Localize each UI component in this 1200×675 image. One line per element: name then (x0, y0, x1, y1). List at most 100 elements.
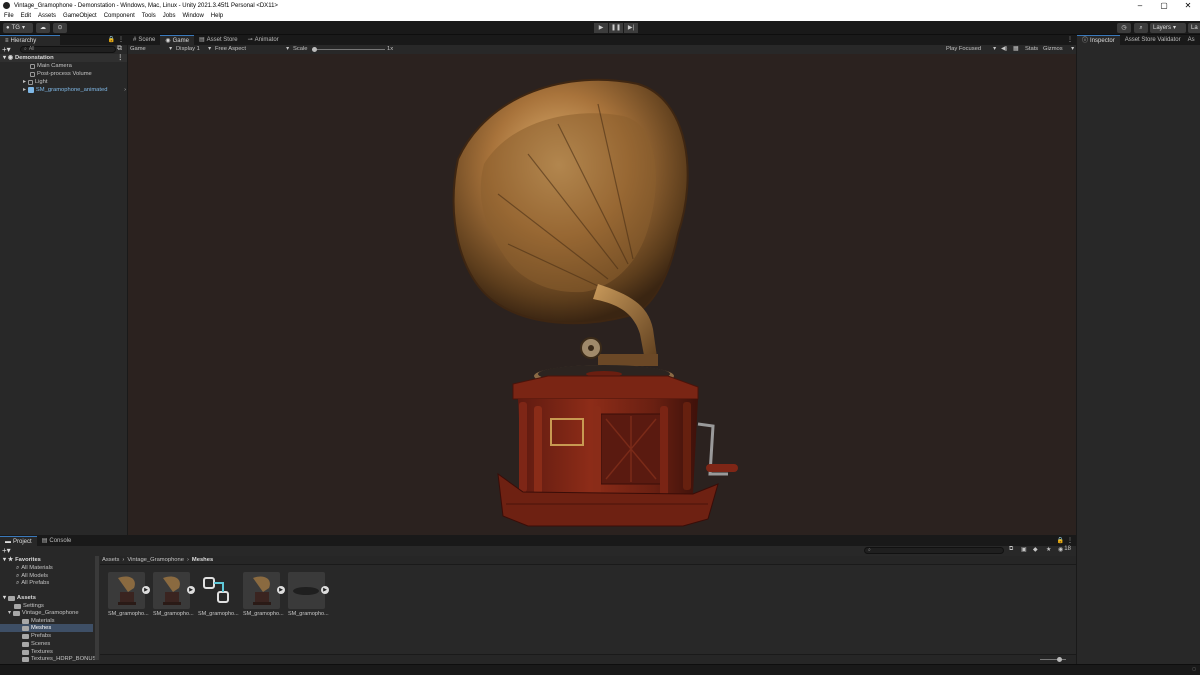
breadcrumb-vintage-gramophone[interactable]: Vintage_Gramophone (127, 556, 184, 564)
tag-icon[interactable]: ◆ (1033, 546, 1038, 553)
unity-scene-icon: ◉ (7, 55, 13, 61)
cloud-button[interactable]: ☁ (36, 23, 50, 33)
asset-thumbnail[interactable] (198, 572, 235, 609)
menu-help[interactable]: Help (211, 13, 223, 19)
mesh-thumbnail[interactable] (108, 572, 145, 609)
menu-jobs[interactable]: Jobs (163, 13, 176, 19)
stats-button[interactable]: Stats (1025, 45, 1038, 54)
breadcrumb-meshes[interactable]: Meshes (192, 556, 213, 564)
scene-row[interactable]: ▾ ◉ Demonstation ⋮ (0, 54, 127, 62)
search-by-label-icon[interactable]: ▣ (1021, 546, 1027, 553)
tab-inspector[interactable]: ⓘ Inspector (1077, 35, 1120, 45)
lock-icon[interactable]: 🔒 (1057, 536, 1064, 546)
hierarchy-tabbar: ≡ Hierarchy 🔒 ⋮ (0, 35, 127, 45)
folder-item[interactable]: Scenes (22, 640, 50, 648)
display-dropdown[interactable]: Display 1 ▾ (176, 45, 211, 54)
more-options-icon[interactable]: ⋮ (118, 35, 124, 45)
aspect-dropdown[interactable]: Free Aspect ▾ (215, 45, 289, 54)
more-options-icon[interactable]: ⋮ (117, 54, 123, 62)
status-icon[interactable]: ◌ (1192, 666, 1196, 673)
collab-button[interactable]: ⊙ (53, 23, 67, 33)
step-icon: ▶| (627, 25, 635, 31)
scale-slider-track[interactable] (312, 49, 385, 50)
search-by-type-icon[interactable]: ⧉ (1009, 546, 1013, 553)
mesh-thumbnail[interactable] (288, 572, 325, 609)
game-render-view[interactable] (128, 54, 1076, 535)
expand-mesh-icon[interactable]: ▶ (187, 586, 195, 594)
chevron-down-icon: ▾ (1071, 46, 1074, 52)
folder-item-selected[interactable]: Meshes (0, 624, 93, 632)
folder-item[interactable]: Prefabs (22, 632, 51, 640)
tab-hierarchy[interactable]: ≡ Hierarchy (0, 35, 60, 45)
hierarchy-search-input[interactable]: ⌕ All (20, 46, 116, 53)
mute-audio-icon[interactable]: ◀) (1001, 45, 1007, 54)
more-options-icon[interactable]: ⋮ (1067, 35, 1073, 45)
tab-project[interactable]: ▬ Project (0, 536, 37, 546)
zoom-slider-thumb[interactable] (1057, 657, 1062, 662)
tab-console[interactable]: ▤ Console (37, 536, 77, 546)
assets-header[interactable]: ▾ Assets (3, 594, 36, 602)
gizmos-dropdown[interactable]: Gizmos ▾ (1043, 45, 1074, 54)
hierarchy-item[interactable]: Post-process Volume (30, 70, 92, 78)
layout-dropdown[interactable]: La (1188, 23, 1200, 33)
favorite-item[interactable]: ⌕ All Prefabs (16, 579, 49, 587)
folder-item[interactable]: ▾ Vintage_Gramophone (8, 609, 79, 617)
step-button[interactable]: ▶| (624, 23, 638, 33)
chevron-right-icon[interactable]: › (124, 86, 126, 94)
menu-window[interactable]: Window (182, 13, 203, 19)
menu-component[interactable]: Component (104, 13, 135, 19)
folder-tree-scrollbar[interactable] (95, 556, 99, 660)
hierarchy-item[interactable]: ▸ Light (23, 78, 48, 86)
expand-arrow-icon: ▾ (3, 595, 6, 601)
breadcrumb: Assets › Vintage_Gramophone › Meshes (100, 556, 1076, 565)
expand-mesh-icon[interactable]: ▶ (142, 586, 150, 594)
tab-asset-store-validator[interactable]: Asset Store Validator (1120, 35, 1186, 45)
hierarchy-item[interactable]: Main Camera (30, 62, 72, 70)
create-asset-button[interactable]: +▾ (2, 546, 14, 555)
more-options-icon[interactable]: ⋮ (1067, 536, 1073, 546)
pause-button[interactable]: ❚❚ (609, 23, 623, 33)
menu-gameobject[interactable]: GameObject (63, 13, 97, 19)
mesh-thumbnail[interactable] (153, 572, 190, 609)
play-focus-dropdown[interactable]: Play Focused ▾ (946, 45, 996, 54)
tab-animator[interactable]: ⊸ Animator (243, 35, 284, 45)
account-button[interactable]: ● TG ▾ (3, 23, 33, 33)
menu-tools[interactable]: Tools (142, 13, 156, 19)
folder-icon (7, 595, 15, 601)
folder-item[interactable]: Textures_HDRP_BONUS (22, 655, 98, 663)
play-button[interactable]: ▶ (594, 23, 608, 33)
filter-icon[interactable]: ⧉ (117, 45, 122, 53)
keyboard-icon[interactable]: ▦ (1013, 45, 1018, 54)
maximize-button[interactable]: ▢ (1152, 0, 1176, 11)
expand-mesh-icon[interactable]: ▶ (321, 586, 329, 594)
tab-asset-store[interactable]: ▤ Asset Store (194, 35, 243, 45)
tab-scene[interactable]: # Scene (128, 35, 160, 45)
menu-edit[interactable]: Edit (21, 13, 31, 19)
favorite-star-icon[interactable]: ★ (1046, 546, 1051, 553)
layers-dropdown[interactable]: Layers ▾ (1150, 23, 1186, 33)
hierarchy-item-prefab[interactable]: ▸ SM_gramophone_animated › (23, 86, 127, 94)
search-button[interactable]: ⌕ (1134, 23, 1148, 33)
scale-slider-thumb[interactable] (312, 47, 317, 52)
tab-overflow[interactable]: As (1186, 35, 1197, 45)
mesh-thumbnail[interactable] (243, 572, 280, 609)
breadcrumb-assets[interactable]: Assets (102, 556, 119, 564)
minimize-button[interactable]: – (1128, 0, 1152, 11)
game-mode-dropdown[interactable]: Game ▾ (130, 45, 172, 54)
close-button[interactable]: ✕ (1176, 0, 1200, 11)
expand-mesh-icon[interactable]: ▶ (277, 586, 285, 594)
chevron-down-icon: ▾ (993, 46, 996, 52)
project-search-input[interactable]: ⌕ (864, 547, 1004, 554)
menu-file[interactable]: File (4, 13, 14, 19)
hidden-packages-toggle[interactable]: ◉ 18 (1058, 546, 1071, 553)
scale-value: 1x (387, 46, 394, 52)
lock-icon[interactable]: 🔒 (108, 35, 115, 45)
history-button[interactable]: ◷ (1117, 23, 1131, 33)
add-object-button[interactable]: +▾ (2, 45, 14, 54)
favorite-item[interactable]: ⌕ All Materials (16, 564, 53, 572)
eye-icon: ◉ (1058, 547, 1064, 553)
zoom-slider-track[interactable] (1040, 659, 1066, 660)
tab-game[interactable]: ◉ Game (160, 35, 194, 45)
menu-assets[interactable]: Assets (38, 13, 56, 19)
favorites-header[interactable]: ▾ ★ Favorites (3, 556, 41, 564)
